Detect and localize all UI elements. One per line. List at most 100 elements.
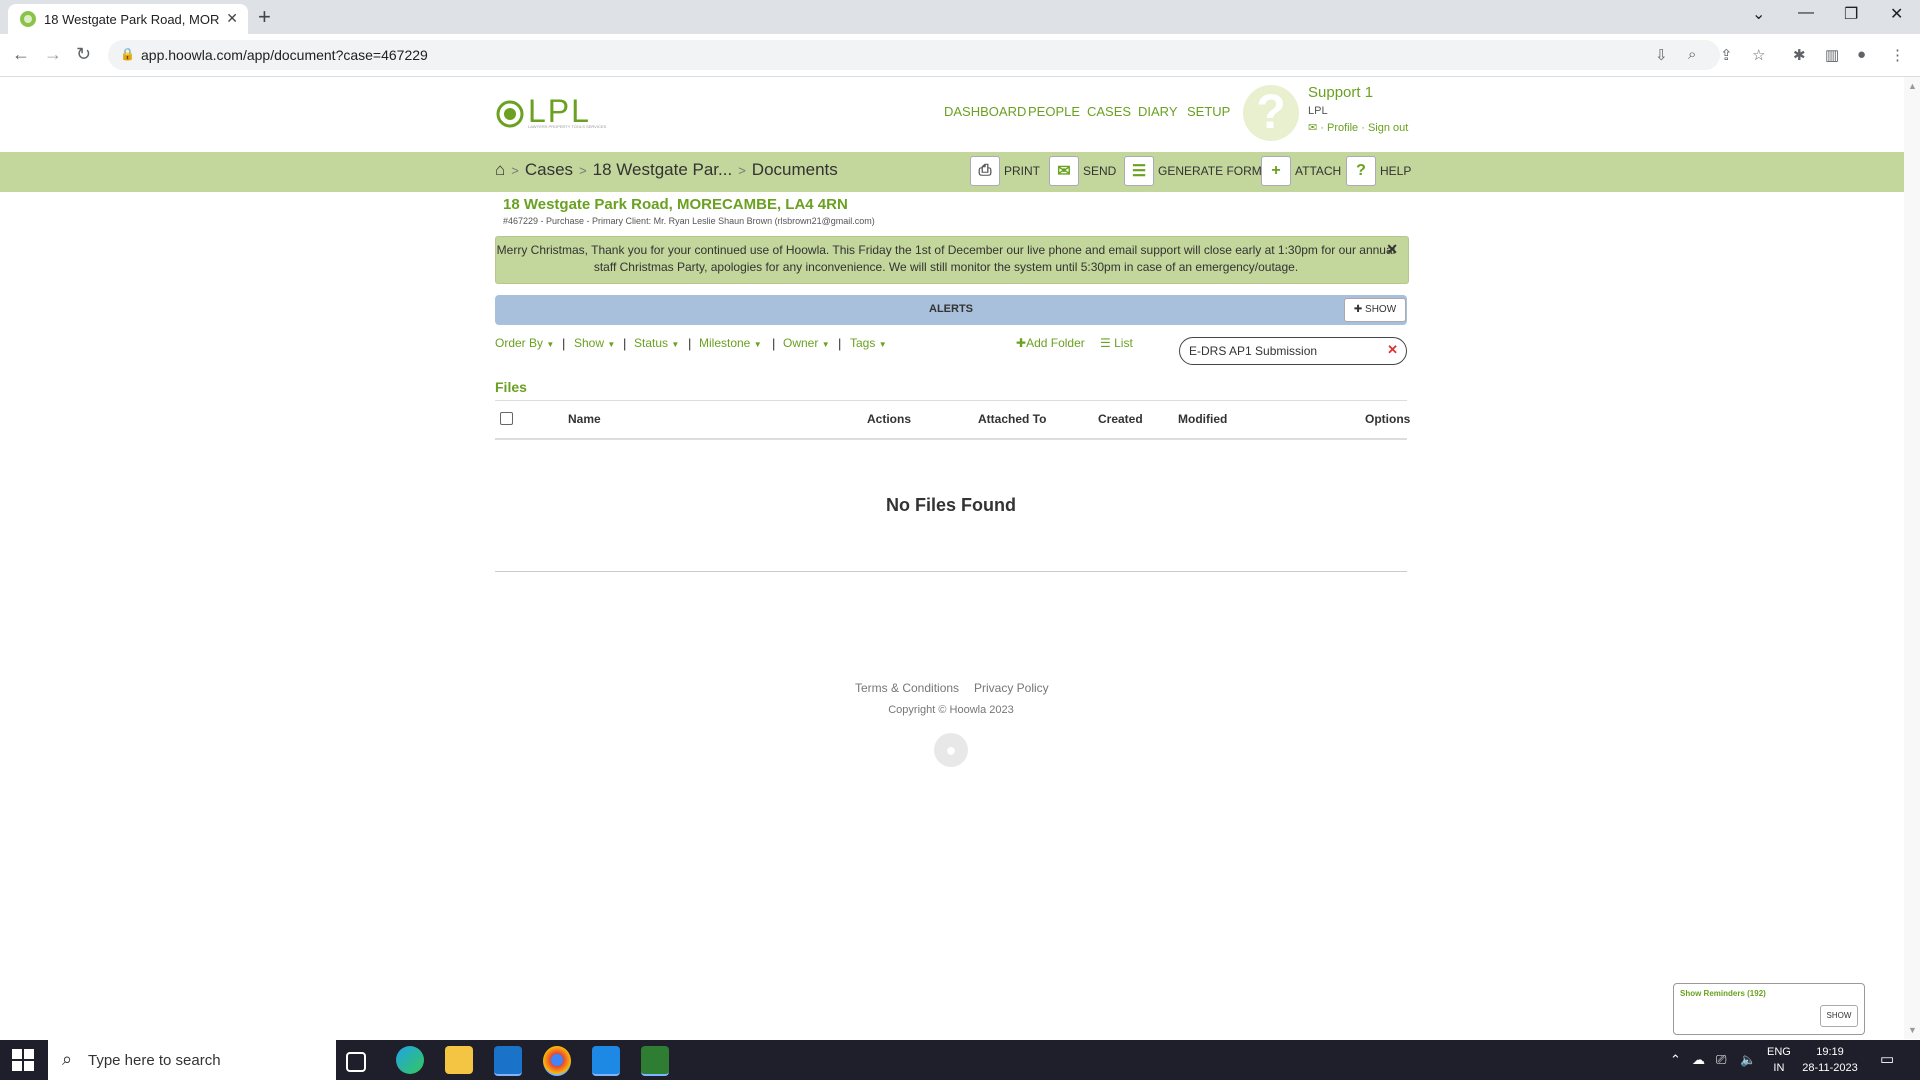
skype-icon[interactable] [592,1046,620,1076]
outlook-icon[interactable] [494,1046,522,1076]
question-icon: ? [1346,156,1376,186]
caret-down-icon: ▼ [878,340,887,349]
task-view-icon[interactable] [346,1052,366,1072]
extensions-icon[interactable]: ✱ [1793,46,1806,64]
url-text: app.hoowla.com/app/document?case=467229 [141,47,428,63]
milestone-dropdown[interactable]: Milestone ▼ [699,336,762,350]
add-folder-button[interactable]: ✚Add Folder [1016,336,1085,350]
caret-down-icon: ▼ [607,340,616,349]
nav-diary[interactable]: DIARY [1138,104,1178,119]
close-icon[interactable]: ✕ [1386,241,1398,258]
breadcrumb-documents: Documents [751,160,838,179]
col-attached-to[interactable]: Attached To [978,412,1046,426]
status-dropdown[interactable]: Status ▼ [634,336,679,350]
notifications-icon[interactable]: ▭ [1880,1050,1894,1068]
envelope-icon: ✉ [1049,156,1079,186]
media-player-icon[interactable] [641,1046,669,1076]
nav-cases[interactable]: CASES [1087,104,1131,119]
select-all-checkbox[interactable] [500,412,513,425]
install-icon[interactable]: ⇩ [1655,46,1668,64]
reminders-show-button[interactable]: SHOW [1820,1005,1858,1027]
terms-link[interactable]: Terms & Conditions [855,681,959,695]
restore-icon[interactable]: ❐ [1844,4,1858,24]
attach-button[interactable]: + ATTACH [1261,156,1341,188]
forward-icon[interactable]: → [44,44,62,65]
clock[interactable]: 19:19 28-11-2023 [1800,1044,1860,1076]
privacy-link[interactable]: Privacy Policy [974,681,1049,695]
send-button[interactable]: ✉ SEND [1049,156,1116,188]
user-name[interactable]: Support 1 [1308,84,1373,101]
windows-start-icon[interactable] [12,1049,34,1071]
col-created[interactable]: Created [1098,412,1143,426]
edge-icon[interactable] [396,1046,424,1074]
files-heading: Files [495,379,527,395]
side-panel-icon[interactable]: ▥ [1825,46,1839,64]
case-subtitle: #467229 - Purchase - Primary Client: Mr.… [503,216,875,226]
generate-form-button[interactable]: ☰ GENERATE FORM [1124,156,1262,188]
nav-people[interactable]: PEOPLE [1028,104,1080,119]
notice-message: Merry Christmas, Thank you for your cont… [496,243,1396,274]
notice-banner: Merry Christmas, Thank you for your cont… [495,236,1409,284]
file-explorer-icon[interactable] [445,1046,473,1074]
help-button[interactable]: ? HELP [1346,156,1411,188]
breadcrumb-cases[interactable]: Cases [525,160,573,179]
zoom-icon[interactable]: ⌕ [1688,46,1696,63]
tray-chevron-icon[interactable]: ⌃ [1670,1052,1681,1068]
reminders-label[interactable]: Show Reminders (192) [1680,989,1766,998]
nav-dashboard[interactable]: DASHBOARD [944,104,1026,119]
minimize-icon[interactable]: — [1798,4,1814,22]
user-org: LPL [1308,105,1328,117]
home-icon[interactable]: ⌂ [495,160,505,179]
breadcrumb: ⌂ > Cases >18 Westgate Par... > Documents [495,160,838,179]
envelope-icon[interactable]: ✉ [1308,122,1317,134]
reload-icon[interactable]: ↻ [76,44,91,65]
address-bar[interactable]: 🔒 app.hoowla.com/app/document?case=46722… [108,40,1720,70]
browser-tab[interactable]: 18 Westgate Park Road, MOREC ✕ [8,4,248,34]
avatar[interactable]: ? [1243,85,1299,141]
files-divider [495,571,1407,572]
owner-dropdown[interactable]: Owner ▼ [783,336,830,350]
divider: | [623,336,627,351]
tags-dropdown[interactable]: Tags ▼ [850,336,887,350]
breadcrumb-case[interactable]: 18 Westgate Par... [593,160,733,179]
lpl-logo[interactable]: LPL LAWYERS PROPERTY TOOLS SERVICES [496,93,606,131]
onedrive-icon[interactable]: ☁ [1692,1052,1705,1068]
sign-out-link[interactable]: Sign out [1368,122,1408,134]
caret-down-icon: ▼ [671,340,680,349]
taskbar-search[interactable]: ⌕ Type here to search [48,1040,336,1080]
alerts-show-button[interactable]: ✚ SHOW [1344,298,1406,322]
order-by-dropdown[interactable]: Order By ▼ [495,336,554,350]
list-view-button[interactable]: ☰ List [1100,336,1133,350]
search-input[interactable] [1189,342,1379,359]
tab-search-icon[interactable]: ⌄ [1752,4,1765,24]
case-title[interactable]: 18 Westgate Park Road, MORECAMBE, LA4 4R… [503,196,848,213]
new-tab-icon[interactable]: + [258,4,271,30]
profile-link[interactable]: Profile [1327,122,1358,134]
scroll-down-icon[interactable]: ▼ [1908,1025,1917,1035]
col-name[interactable]: Name [568,412,601,426]
page-scrollbar[interactable]: ▲ ▼ [1904,77,1920,1039]
plus-icon: ✚ [1353,304,1363,315]
caret-down-icon: ▼ [546,340,555,349]
back-icon[interactable]: ← [12,44,30,65]
bookmark-star-icon[interactable]: ☆ [1752,46,1765,64]
scroll-up-icon[interactable]: ▲ [1908,81,1917,91]
print-button[interactable]: ⎙ PRINT [970,156,1040,188]
browser-tabstrip [0,0,1920,34]
chrome-icon[interactable] [543,1046,571,1076]
share-icon[interactable]: ⇪ [1720,46,1733,64]
col-actions: Actions [867,412,912,426]
clear-search-icon[interactable]: ✕ [1387,342,1398,358]
language-indicator[interactable]: ENG IN [1767,1044,1791,1076]
nav-setup[interactable]: SETUP [1187,104,1230,119]
hoowla-owl-icon: ● [934,733,968,767]
divider: | [772,336,776,351]
chrome-menu-icon[interactable]: ⋮ [1890,46,1905,64]
show-dropdown[interactable]: Show ▼ [574,336,615,350]
window-close-icon[interactable]: ✕ [1890,4,1903,24]
profile-icon[interactable]: ● [1857,46,1866,63]
volume-icon[interactable]: 🔈 [1740,1052,1756,1068]
col-modified[interactable]: Modified [1178,412,1227,426]
network-icon[interactable]: ⎚ [1716,1052,1726,1068]
close-tab-icon[interactable]: ✕ [226,10,238,27]
